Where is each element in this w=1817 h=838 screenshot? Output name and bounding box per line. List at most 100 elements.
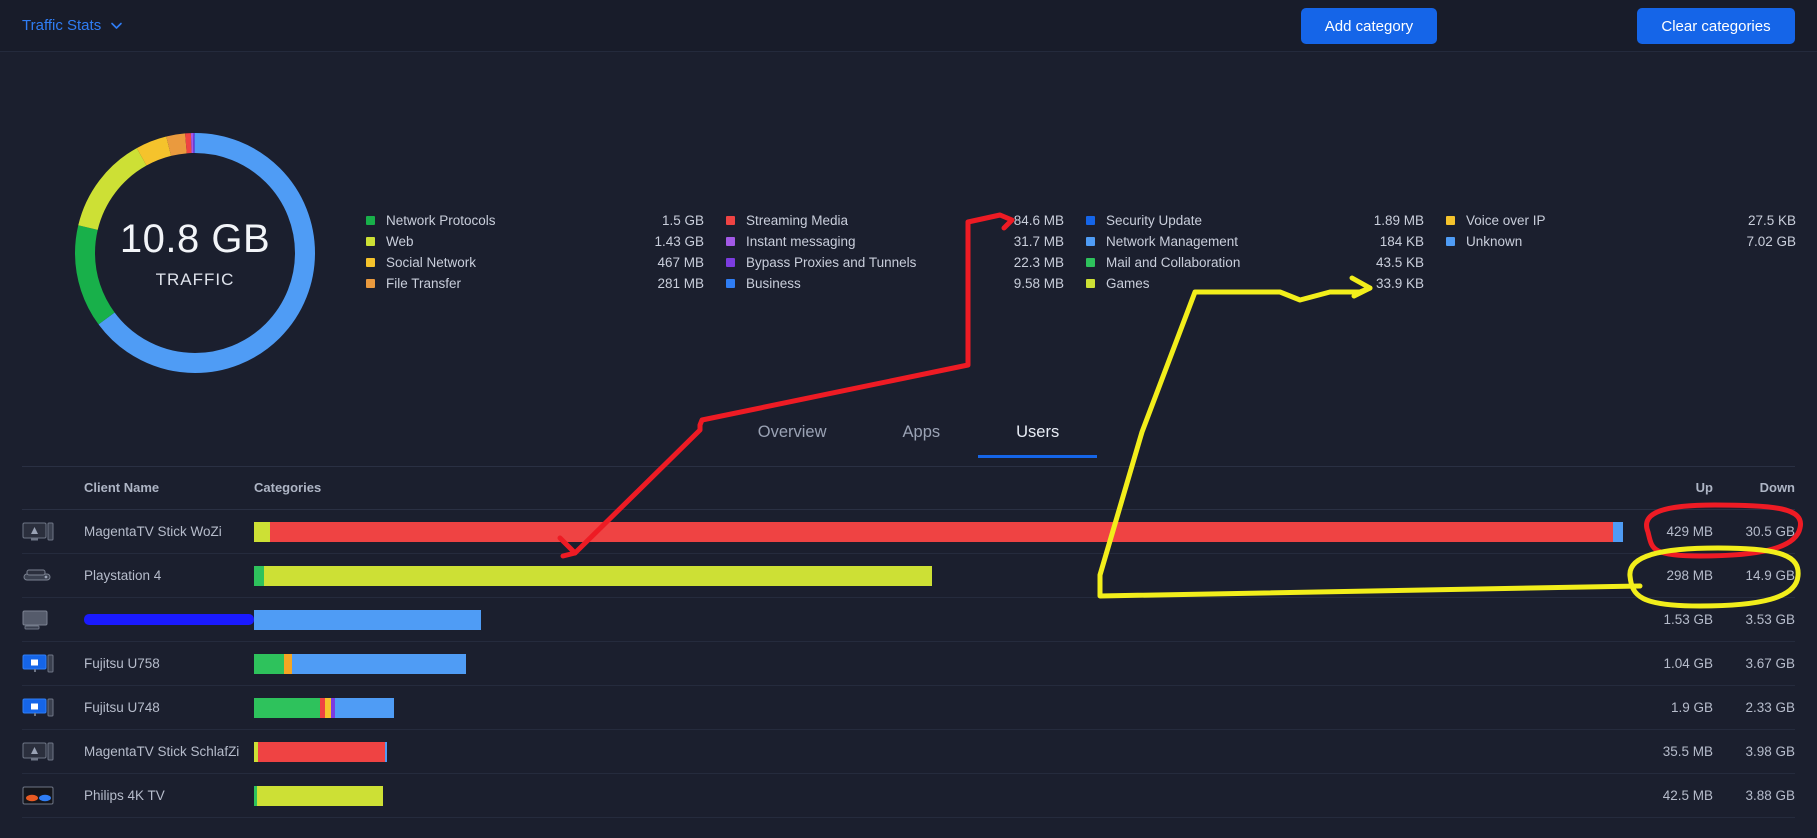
legend-color-swatch bbox=[1446, 216, 1455, 225]
legend-item-label: Instant messaging bbox=[746, 234, 856, 249]
legend-item[interactable]: Network Management 184 KB bbox=[1086, 231, 1446, 252]
legend-color-swatch bbox=[366, 279, 375, 288]
download-value: 3.88 GB bbox=[1745, 788, 1795, 803]
legend-item[interactable]: Voice over IP 27.5 KB bbox=[1446, 210, 1796, 231]
client-name-label: Philips 4K TV bbox=[84, 788, 165, 803]
clear-categories-button[interactable]: Clear categories bbox=[1637, 8, 1795, 44]
download-value: 14.9 GB bbox=[1745, 568, 1795, 583]
table-row[interactable]: Fujitsu U748 1.9 GB 2.33 GB bbox=[22, 686, 1795, 730]
client-name-cell: Philips 4K TV bbox=[22, 785, 254, 807]
category-bar-segment bbox=[254, 609, 482, 630]
legend-item[interactable]: Streaming Media 84.6 MB bbox=[726, 210, 1086, 231]
legend-item-value: 467 MB bbox=[657, 255, 704, 270]
legend-item[interactable]: Social Network 467 MB bbox=[366, 252, 726, 273]
legend-item-label: Games bbox=[1106, 276, 1150, 291]
legend-item[interactable]: Security Update 1.89 MB bbox=[1086, 210, 1446, 231]
pc-windows-icon bbox=[22, 653, 56, 675]
categories-cell bbox=[254, 653, 1633, 674]
add-category-button[interactable]: Add category bbox=[1301, 8, 1437, 44]
client-name-label: Playstation 4 bbox=[84, 568, 162, 583]
legend-item-value: 1.43 GB bbox=[654, 234, 704, 249]
category-legend: Network Protocols 1.5 GB Web 1.43 GB Social … bbox=[366, 210, 1796, 294]
legend-item-label: Web bbox=[386, 234, 414, 249]
legend-color-swatch bbox=[726, 237, 735, 246]
category-bar-segment bbox=[254, 521, 271, 542]
redacted-client-name bbox=[84, 614, 254, 625]
tab-bar: Overview Apps Users bbox=[0, 415, 1817, 467]
client-name-label: Fujitsu U748 bbox=[84, 700, 160, 715]
download-value: 3.53 GB bbox=[1745, 612, 1795, 627]
category-bar bbox=[254, 521, 1623, 542]
pc-windows-icon bbox=[22, 697, 56, 719]
tv-icon bbox=[22, 785, 56, 807]
legend-item[interactable]: Games 33.9 KB bbox=[1086, 273, 1446, 294]
tab-users[interactable]: Users bbox=[978, 415, 1098, 458]
categories-cell bbox=[254, 697, 1633, 718]
upload-value: 1.53 GB bbox=[1663, 612, 1713, 627]
legend-item[interactable]: Network Protocols 1.5 GB bbox=[366, 210, 726, 231]
upload-value: 1.04 GB bbox=[1663, 656, 1713, 671]
legend-item-label: File Transfer bbox=[386, 276, 462, 291]
table-row[interactable]: 1.53 GB 3.53 GB bbox=[22, 598, 1795, 642]
legend-item[interactable]: Instant messaging 31.7 MB bbox=[726, 231, 1086, 252]
upload-value: 429 MB bbox=[1666, 524, 1713, 539]
tab-overview[interactable]: Overview bbox=[720, 415, 865, 458]
legend-item-value: 281 MB bbox=[657, 276, 704, 291]
legend-item-value: 84.6 MB bbox=[1013, 213, 1064, 228]
legend-item-value: 33.9 KB bbox=[1375, 276, 1424, 291]
client-name-cell: Fujitsu U758 bbox=[22, 653, 254, 675]
table-row[interactable]: Philips 4K TV 42.5 MB 3.88 GB bbox=[22, 774, 1795, 818]
table-row[interactable]: Playstation 4 298 MB 14.9 GB bbox=[22, 554, 1795, 598]
category-bar-segment bbox=[283, 653, 293, 674]
download-value: 30.5 GB bbox=[1745, 524, 1795, 539]
legend-item[interactable]: Mail and Collaboration 43.5 KB bbox=[1086, 252, 1446, 273]
category-bar bbox=[254, 565, 932, 586]
table-body: MagentaTV Stick WoZi 429 MB 30.5 GB Playsta… bbox=[0, 510, 1817, 818]
chevron-down-icon bbox=[110, 19, 123, 32]
legend-column: Streaming Media 84.6 MB Instant messaging 3… bbox=[726, 210, 1086, 294]
legend-color-swatch bbox=[366, 216, 375, 225]
legend-item-label: Social Network bbox=[386, 255, 477, 270]
legend-item-label: Network Protocols bbox=[386, 213, 496, 228]
legend-color-swatch bbox=[366, 258, 375, 267]
legend-item-label: Unknown bbox=[1466, 234, 1523, 249]
tab-apps[interactable]: Apps bbox=[865, 415, 979, 458]
legend-item-value: 7.02 GB bbox=[1746, 234, 1796, 249]
upload-value: 298 MB bbox=[1666, 568, 1713, 583]
column-header-down: Down bbox=[1759, 480, 1795, 495]
legend-column: Voice over IP 27.5 KB Unknown 7.02 GB bbox=[1446, 210, 1796, 294]
legend-item-value: 184 KB bbox=[1379, 234, 1424, 249]
client-name-cell: MagentaTV Stick WoZi bbox=[22, 521, 254, 543]
table-row[interactable]: MagentaTV Stick WoZi 429 MB 30.5 GB bbox=[22, 510, 1795, 554]
categories-cell bbox=[254, 609, 1633, 630]
legend-item[interactable]: Web 1.43 GB bbox=[366, 231, 726, 252]
legend-item-label: Network Management bbox=[1106, 234, 1239, 249]
category-bar-segment bbox=[264, 565, 932, 586]
category-bar bbox=[254, 609, 482, 630]
legend-column: Security Update 1.89 MB Network Management… bbox=[1086, 210, 1446, 294]
legend-item[interactable]: File Transfer 281 MB bbox=[366, 273, 726, 294]
legend-item[interactable]: Bypass Proxies and Tunnels 22.3 MB bbox=[726, 252, 1086, 273]
download-value: 3.67 GB bbox=[1745, 656, 1795, 671]
traffic-stats-menu[interactable]: Traffic Stats bbox=[22, 17, 123, 34]
legend-item[interactable]: Unknown 7.02 GB bbox=[1446, 231, 1796, 252]
client-name-cell: Playstation 4 bbox=[22, 565, 254, 587]
table-header-row: Client Name Categories Up Down bbox=[22, 466, 1795, 510]
upload-value: 42.5 MB bbox=[1662, 788, 1713, 803]
client-name-cell bbox=[22, 609, 254, 631]
legend-column: Network Protocols 1.5 GB Web 1.43 GB Social … bbox=[366, 210, 726, 294]
categories-cell bbox=[254, 521, 1633, 542]
users-table: Client Name Categories Up Down MagentaTV… bbox=[0, 466, 1817, 818]
legend-item[interactable]: Business 9.58 MB bbox=[726, 273, 1086, 294]
categories-cell bbox=[254, 565, 1633, 586]
client-name-label: Fujitsu U758 bbox=[84, 656, 160, 671]
legend-color-swatch bbox=[366, 237, 375, 246]
monitor-icon bbox=[22, 741, 56, 763]
table-row[interactable]: MagentaTV Stick SchlafZi 35.5 MB 3.98 GB bbox=[22, 730, 1795, 774]
category-bar bbox=[254, 785, 383, 806]
table-row[interactable]: Fujitsu U758 1.04 GB 3.67 GB bbox=[22, 642, 1795, 686]
categories-cell bbox=[254, 785, 1633, 806]
legend-color-swatch bbox=[1086, 258, 1095, 267]
client-name-cell: Fujitsu U748 bbox=[22, 697, 254, 719]
legend-item-label: Bypass Proxies and Tunnels bbox=[746, 255, 917, 270]
